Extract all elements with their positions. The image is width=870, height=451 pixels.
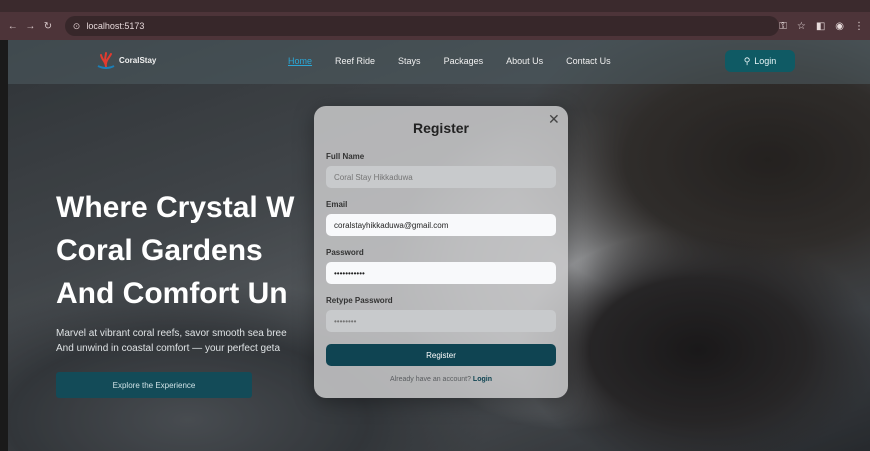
password-label: Password xyxy=(326,248,364,257)
browser-toolbar: ← → ↻ ⊙ localhost:5173 ⚿ ☆ ◧ ◉ ⋮ xyxy=(0,12,870,40)
login-button[interactable]: ⚲ Login xyxy=(725,50,795,72)
nav-link-reef-ride[interactable]: Reef Ride xyxy=(335,56,375,66)
full-name-input[interactable] xyxy=(326,166,556,188)
bookmark-star-icon[interactable]: ☆ xyxy=(797,21,806,32)
login-prompt-text: Already have an account? xyxy=(390,376,471,383)
retype-password-input[interactable] xyxy=(326,310,556,332)
password-key-icon[interactable]: ⚿ xyxy=(779,21,787,32)
retype-password-label: Retype Password xyxy=(326,296,393,305)
hero-subtitle-line: And unwind in coastal comfort — your per… xyxy=(56,343,281,354)
explore-button[interactable]: Explore the Experience xyxy=(56,372,252,398)
nav-link-home[interactable]: Home xyxy=(288,56,312,66)
email-label: Email xyxy=(326,200,348,209)
full-name-label: Full Name xyxy=(326,152,365,161)
login-label: Login xyxy=(754,56,777,66)
nav-link-contact-us[interactable]: Contact Us xyxy=(566,56,611,66)
email-input[interactable]: coralstayhikkaduwa@gmail.com xyxy=(326,214,556,236)
logo-text: CoralStay xyxy=(119,55,157,65)
site-navbar: CoralStay Home Reef Ride Stays Packages … xyxy=(8,40,870,84)
browser-actions: ⚿ ☆ ◧ ◉ ⋮ xyxy=(779,21,864,32)
login-link[interactable]: Login xyxy=(473,376,492,383)
forward-arrow-icon[interactable]: → xyxy=(24,19,38,33)
register-modal: Register ✕ Full Name Email coralstayhikk… xyxy=(314,106,568,398)
nav-link-stays[interactable]: Stays xyxy=(398,56,421,66)
profile-icon[interactable]: ◉ xyxy=(835,21,844,32)
menu-dots-icon[interactable]: ⋮ xyxy=(854,21,864,32)
password-input[interactable]: ••••••••••• xyxy=(326,262,556,284)
site-info-icon[interactable]: ⊙ xyxy=(73,21,81,32)
back-arrow-icon[interactable]: ← xyxy=(6,19,20,33)
tab-strip xyxy=(0,0,870,12)
coral-logo-icon xyxy=(97,52,115,69)
close-icon[interactable]: ✕ xyxy=(548,111,560,128)
user-icon: ⚲ xyxy=(743,55,751,66)
extensions-icon[interactable]: ◧ xyxy=(816,21,825,32)
url-text: localhost:5173 xyxy=(86,21,145,31)
modal-title: Register xyxy=(412,120,470,136)
reload-icon[interactable]: ↻ xyxy=(41,19,55,33)
register-button[interactable]: Register xyxy=(326,344,556,366)
hero-title-line: Coral Gardens xyxy=(56,234,263,267)
nav-link-about-us[interactable]: About Us xyxy=(506,56,543,66)
browser-chrome: ← → ↻ ⊙ localhost:5173 ⚿ ☆ ◧ ◉ ⋮ xyxy=(0,0,870,40)
hero-title: Where Crystal W Coral Gardens And Comfor… xyxy=(56,186,316,315)
hero-subtitle: Marvel at vibrant coral reefs, savor smo… xyxy=(56,326,316,356)
site-logo[interactable]: CoralStay xyxy=(96,50,156,70)
hero-title-line: Where Crystal W xyxy=(56,191,295,224)
login-prompt: Already have an account? Login xyxy=(314,376,568,383)
address-bar[interactable]: ⊙ localhost:5173 xyxy=(64,16,780,36)
nav-links: Home Reef Ride Stays Packages About Us C… xyxy=(288,56,634,66)
hero-title-line: And Comfort Un xyxy=(56,277,288,310)
hero-subtitle-line: Marvel at vibrant coral reefs, savor smo… xyxy=(56,328,287,339)
nav-link-packages[interactable]: Packages xyxy=(444,56,484,66)
